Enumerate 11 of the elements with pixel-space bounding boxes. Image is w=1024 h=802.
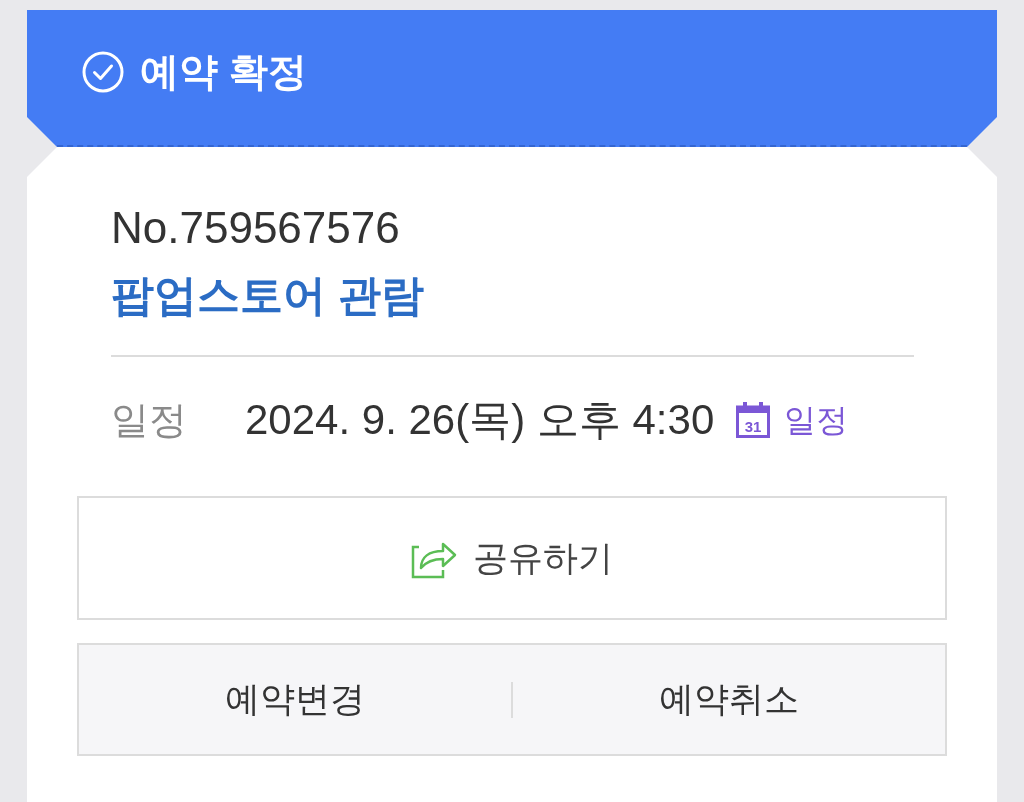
add-to-calendar-link[interactable]: 31 일정 (736, 398, 849, 442)
booking-number: No.759567576 (111, 203, 400, 253)
change-booking-button[interactable]: 예약변경 (79, 656, 511, 743)
share-button[interactable]: 공유하기 (77, 496, 947, 620)
schedule-label: 일정 (111, 398, 188, 443)
calendar-icon: 31 (736, 402, 771, 438)
schedule-value: 2024. 9. 26(목) 오후 4:30 (245, 396, 715, 444)
check-circle-icon (82, 51, 124, 93)
cancel-booking-button[interactable]: 예약취소 (513, 656, 945, 743)
event-title: 팝업스토어 관람 (111, 270, 424, 321)
header-title: 예약 확정 (140, 49, 307, 95)
